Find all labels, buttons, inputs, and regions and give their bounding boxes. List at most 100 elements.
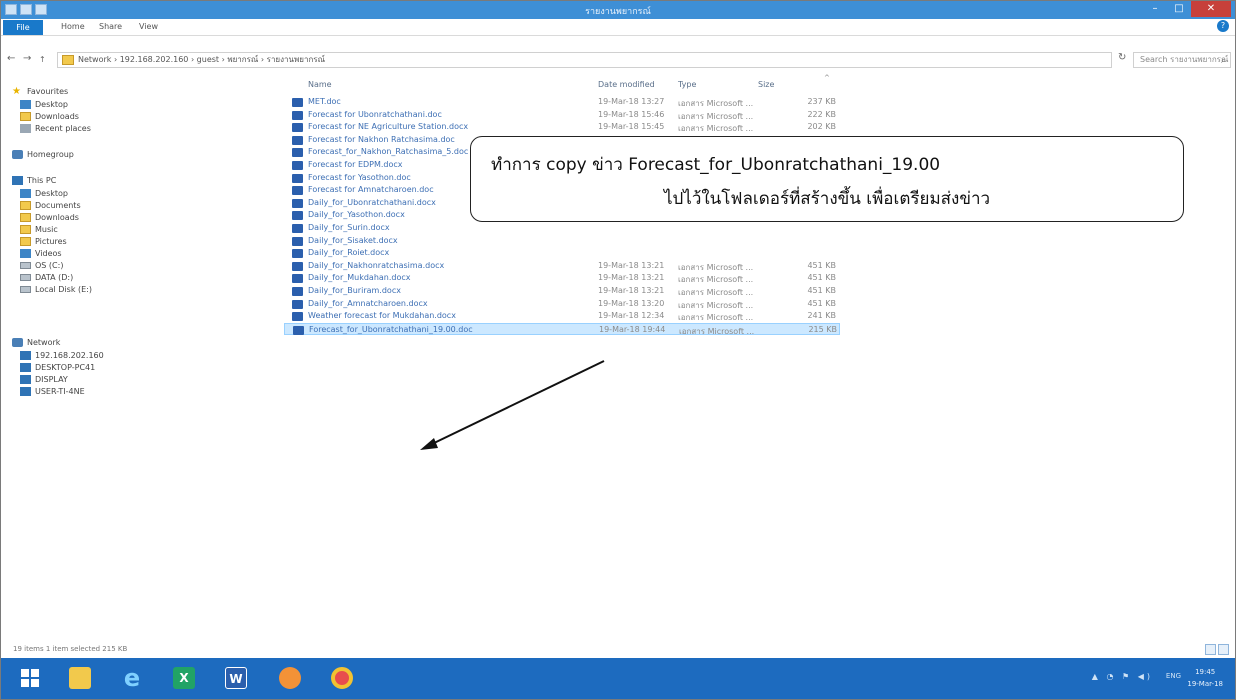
address-row: ← → ↑ Network › 192.168.202.160 › guest …	[1, 50, 1235, 70]
column-header-date[interactable]: Date modified	[598, 80, 655, 89]
file-date: 19-Mar-18 13:20	[598, 298, 665, 308]
table-row[interactable]: Daily_for_Sisaket.docx	[284, 235, 840, 247]
tab-view[interactable]: View	[139, 22, 158, 31]
word-document-icon	[292, 299, 303, 309]
system-tray-icons[interactable]: ▲ ◔ ⚑ ◀)	[1092, 672, 1153, 681]
file-size: 451 KB	[807, 286, 836, 295]
file-size: 202 KB	[807, 122, 836, 132]
taskbar-app[interactable]	[269, 662, 311, 694]
table-row[interactable]: Daily_for_Amnatcharoen.docx 19-Mar-18 13:…	[284, 298, 840, 310]
file-type: เอกสาร Microsoft ...	[679, 326, 755, 336]
file-name: Weather forecast for Mukdahan.docx	[308, 311, 456, 321]
nav-item[interactable]: USER-TI-4NE	[20, 387, 85, 396]
column-header-type[interactable]: Type	[678, 80, 696, 89]
file-date: 19-Mar-18 19:44	[599, 324, 666, 334]
taskbar-excel[interactable]: X	[163, 662, 205, 694]
table-row[interactable]: Daily_for_Nakhonratchasima.docx 19-Mar-18…	[284, 260, 840, 272]
table-row[interactable]: Daily_for_Roiet.docx	[284, 247, 840, 259]
table-row[interactable]: Daily_for_Buriram.docx 19-Mar-18 13:21 เอก…	[284, 285, 840, 297]
word-document-icon	[292, 312, 303, 322]
start-button[interactable]	[9, 662, 51, 694]
word-document-icon	[292, 110, 303, 120]
language-indicator[interactable]: ENG	[1166, 672, 1181, 680]
file-size: 241 KB	[807, 311, 836, 321]
tab-home[interactable]: Home	[61, 22, 85, 31]
address-bar[interactable]: Network › 192.168.202.160 › guest › พยาก…	[57, 52, 1112, 68]
file-size: 222 KB	[807, 109, 836, 119]
taskbar-word[interactable]: W	[215, 662, 257, 694]
file-size: 451 KB	[807, 273, 836, 283]
help-icon[interactable]: ?	[1217, 20, 1229, 32]
music-icon	[20, 225, 31, 234]
nav-item[interactable]: Downloads	[20, 112, 79, 121]
taskbar-ie[interactable]: e	[111, 662, 153, 694]
nav-item[interactable]: Music	[20, 225, 58, 234]
word-document-icon	[292, 198, 303, 208]
file-size: 237 KB	[807, 97, 836, 106]
word-document-icon	[292, 211, 303, 221]
file-name: Forecast for Ubonratchathani.doc	[308, 109, 442, 119]
tab-file[interactable]: File	[3, 20, 43, 35]
refresh-icon[interactable]: ↻	[1118, 52, 1126, 63]
taskbar-chrome[interactable]	[321, 662, 363, 694]
nav-item[interactable]: Videos	[20, 249, 62, 258]
close-button[interactable]: ✕	[1191, 1, 1231, 17]
table-row[interactable]: Daily_for_Mukdahan.docx 19-Mar-18 13:21 เอ…	[284, 272, 840, 284]
details-view-icon[interactable]	[1205, 644, 1216, 655]
table-row-selected[interactable]: Forecast_for_Ubonratchathani_19.00.doc 19…	[284, 322, 840, 336]
file-date: 19-Mar-18 13:21	[598, 273, 665, 283]
file-name: Forecast for NE Agriculture Station.docx	[308, 122, 469, 132]
file-date: 19-Mar-18 13:27	[598, 97, 665, 106]
file-name: Forecast_for_Ubonratchathani_19.00.doc	[309, 324, 473, 334]
column-header-name[interactable]: Name	[308, 80, 332, 89]
nav-item[interactable]: Recent places	[20, 124, 91, 133]
nav-item[interactable]: DISPLAY	[20, 375, 68, 384]
table-row[interactable]: MET.doc 19-Mar-18 13:27 เอกสาร Microsoft .…	[284, 96, 840, 108]
column-header-size[interactable]: Size	[758, 80, 774, 89]
maximize-button[interactable]: □	[1167, 1, 1191, 17]
minimize-button[interactable]: –	[1143, 1, 1167, 17]
folder-icon	[62, 55, 74, 65]
nav-item[interactable]: OS (C:)	[20, 261, 63, 270]
chrome-icon	[331, 667, 353, 689]
computer-icon	[20, 363, 31, 372]
search-box[interactable]: Search รายงานพยากรณ์ ⌕	[1133, 52, 1231, 68]
table-row[interactable]: Weather forecast for Mukdahan.docx 19-Mar…	[284, 310, 840, 322]
nav-homegroup[interactable]: Homegroup	[12, 150, 74, 159]
nav-item[interactable]: Desktop	[20, 189, 68, 198]
word-document-icon	[292, 135, 303, 145]
word-document-icon	[292, 249, 303, 259]
computer-icon	[20, 387, 31, 396]
up-icon[interactable]: ↑	[39, 55, 46, 64]
large-icons-view-icon[interactable]	[1218, 644, 1229, 655]
clock[interactable]: 19:45 19-Mar-18	[1187, 666, 1223, 690]
window-title: รายงานพยากรณ์	[585, 7, 651, 17]
nav-item[interactable]: Downloads	[20, 213, 79, 222]
nav-network[interactable]: Network	[12, 338, 60, 347]
forward-icon[interactable]: →	[23, 53, 31, 64]
file-name: Daily_for_Buriram.docx	[308, 286, 401, 295]
nav-item[interactable]: Local Disk (E:)	[20, 285, 92, 294]
table-row[interactable]: Daily_for_Surin.docx	[284, 222, 840, 234]
file-name: Forecast_for_Nakhon_Ratchasima_5.doc	[308, 147, 469, 157]
file-name: MET.doc	[308, 97, 341, 106]
nav-item[interactable]: Documents	[20, 201, 81, 210]
nav-favourites[interactable]: ★ Favourites	[12, 86, 68, 97]
table-row[interactable]: Forecast for NE Agriculture Station.docx…	[284, 121, 840, 133]
nav-item[interactable]: DATA (D:)	[20, 273, 73, 282]
nav-this-pc[interactable]: This PC	[12, 176, 56, 185]
nav-item[interactable]: Desktop	[20, 100, 68, 109]
computer-icon	[20, 351, 31, 360]
homegroup-icon	[12, 150, 23, 159]
nav-item[interactable]: 192.168.202.160	[20, 351, 104, 360]
tab-share[interactable]: Share	[99, 22, 122, 31]
navigation-pane: ★ Favourites Desktop Downloads Recent pl…	[8, 78, 278, 663]
taskbar-explorer[interactable]	[59, 662, 101, 694]
file-name: Forecast for EDPM.docx	[308, 160, 403, 169]
nav-item[interactable]: Pictures	[20, 237, 67, 246]
back-icon[interactable]: ←	[7, 53, 15, 64]
table-row[interactable]: Forecast for Ubonratchathani.doc 19-Mar-1…	[284, 109, 840, 121]
callout-line-1: ทำการ copy ข่าว Forecast_for_Ubonratchat…	[491, 155, 941, 175]
sort-indicator-icon: ^	[824, 74, 830, 82]
nav-item[interactable]: DESKTOP-PC41	[20, 363, 95, 372]
